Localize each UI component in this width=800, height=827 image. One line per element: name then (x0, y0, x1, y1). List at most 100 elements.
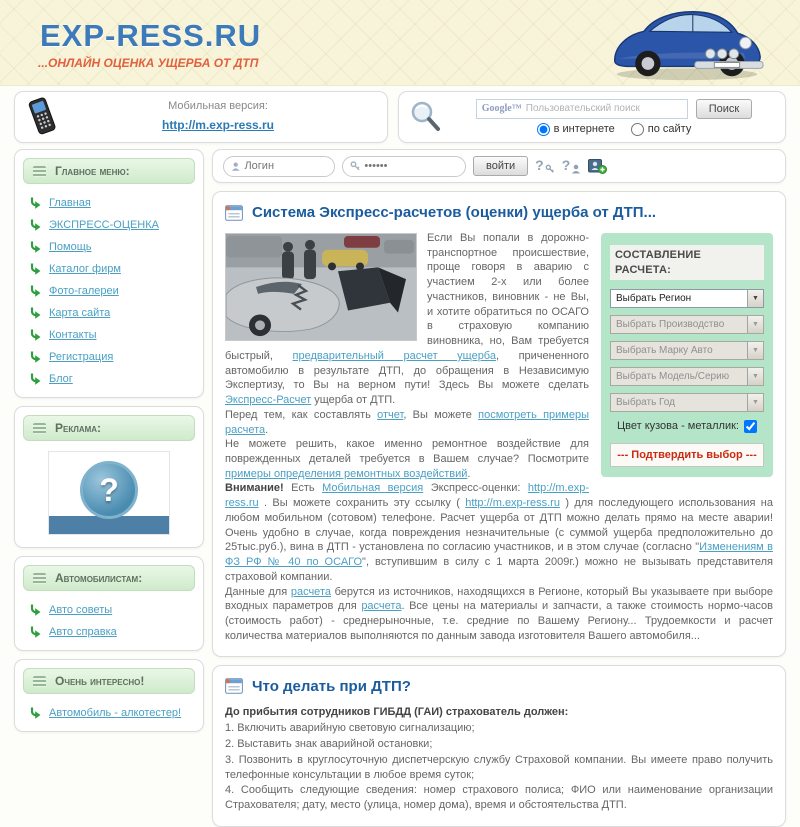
sidebar-menu-item[interactable]: Помощь (29, 240, 195, 253)
green-arrow-icon (29, 196, 41, 209)
ads-header: Реклама: (23, 415, 195, 441)
mobile-version-label: Мобильная версия: (168, 100, 268, 112)
sidebar-link[interactable]: Авто справка (49, 626, 117, 638)
chevron-down-icon: ▼ (747, 368, 763, 386)
crash-photo (225, 233, 417, 341)
sidebar-menu-item[interactable]: Контакты (29, 328, 195, 341)
article-title-row: Что делать при ДТП? (225, 678, 773, 695)
inline-link[interactable]: http://m.exp-ress.ru (465, 497, 560, 509)
bold-text: Внимание! (225, 482, 284, 495)
person-icon (231, 161, 240, 171)
dtp-step: 4. Сообщить следующие сведения: номер ст… (225, 784, 773, 811)
sidebar-link[interactable]: Карта сайта (49, 307, 110, 319)
sidebar-menu-item[interactable]: Каталог фирм (29, 262, 195, 275)
site-header: EXP-RESS.RU ...ОНЛАЙН ОЦЕНКА УЩЕРБА ОТ Д… (0, 0, 800, 86)
body-text: Данные для (225, 585, 291, 598)
list-icon (33, 422, 46, 434)
site-logo[interactable]: EXP-RESS.RU (40, 18, 261, 54)
select-brand-value: Выбрать Марку Авто (616, 345, 713, 357)
dtp-intro: До прибытия сотрудников ГИБДД (ГАИ) стра… (225, 705, 569, 718)
sidebar-link[interactable]: Контакты (49, 329, 97, 341)
list-icon (33, 165, 46, 177)
dtp-step: 1. Включить аварийную световую сигнализа… (225, 722, 475, 735)
ads-title: Реклама: (55, 421, 102, 435)
forgot-password-icon[interactable]: ? (535, 158, 555, 174)
article-express-calc: Система Экспресс-расчетов (оценки) ущерб… (212, 191, 786, 657)
sidebar-link[interactable]: Фото-галереи (49, 285, 119, 297)
sidebar: Главное меню: Главная ЭКСПРЕСС-ОЦЕНКА По… (14, 149, 204, 732)
sidebar-menu-item[interactable]: Фото-галереи (29, 284, 195, 297)
register-icon[interactable] (588, 158, 608, 174)
radio-site[interactable]: по сайту (630, 122, 691, 136)
green-arrow-icon (29, 603, 41, 616)
main-menu-list: Главная ЭКСПРЕСС-ОЦЕНКА Помощь Каталог ф… (29, 196, 195, 385)
login-button[interactable]: войти (473, 156, 529, 176)
inline-link[interactable]: Экспресс-Расчет (225, 394, 311, 406)
sidebar-menu-item[interactable]: Авто справка (29, 625, 195, 638)
sidebar-menu-item[interactable]: Авто советы (29, 603, 195, 616)
sidebar-link[interactable]: Каталог фирм (49, 263, 121, 275)
sidebar-link[interactable]: Автомобиль - алкотестер! (49, 707, 181, 719)
sidebar-menu-item[interactable]: ЭКСПРЕСС-ОЦЕНКА (29, 218, 195, 231)
forgot-login-icon[interactable]: ? (562, 158, 582, 174)
top-row: Мобильная версия: http://m.exp-ress.ru G… (0, 86, 800, 145)
dtp-step: 2. Выставить знак аварийной остановки; (225, 738, 433, 751)
article-title-row: Система Экспресс-расчетов (оценки) ущерб… (225, 204, 773, 221)
article-body: До прибытия сотрудников ГИБДД (ГАИ) стра… (225, 705, 773, 813)
calc-panel-title: СОСТАВЛЕНИЕ РАСЧЕТА: (610, 245, 764, 281)
sidebar-menu-item[interactable]: Автомобиль - алкотестер! (29, 706, 195, 719)
radio-site-input[interactable] (630, 122, 644, 136)
inline-link[interactable]: примеры определения ремонтных воздействи… (225, 468, 467, 480)
car-image (613, 11, 764, 81)
green-arrow-icon (29, 306, 41, 319)
inline-link[interactable]: отчет (377, 409, 403, 421)
sidebar-link[interactable]: Главная (49, 197, 91, 209)
sidebar-menu-item[interactable]: Блог (29, 372, 195, 385)
radio-internet[interactable]: в интернете (536, 122, 615, 136)
green-arrow-icon (29, 350, 41, 363)
article-body: СОСТАВЛЕНИЕ РАСЧЕТА: Выбрать Регион ▼ Вы… (225, 231, 773, 644)
sidebar-menu-item[interactable]: Карта сайта (29, 306, 195, 319)
sidebar-link[interactable]: Блог (49, 373, 73, 385)
mobile-version-link[interactable]: http://m.exp-ress.ru (162, 118, 274, 132)
sidebar-menu-item[interactable]: Главная (29, 196, 195, 209)
metallic-checkbox[interactable] (744, 420, 757, 434)
article-title: Система Экспресс-расчетов (оценки) ущерб… (252, 204, 657, 221)
search-button[interactable]: Поиск (695, 98, 753, 119)
interesting-title: Очень интересно! (55, 674, 145, 688)
green-arrow-icon (29, 328, 41, 341)
inline-link[interactable]: предварительный расчет ущерба (293, 350, 496, 362)
interesting-list: Автомобиль - алкотестер! (29, 706, 195, 719)
radio-internet-input[interactable] (536, 122, 550, 136)
login-input[interactable] (244, 160, 327, 172)
document-icon (225, 204, 243, 221)
inline-link[interactable]: расчета (361, 600, 401, 612)
select-region-value: Выбрать Регион (616, 293, 692, 305)
metallic-row: Цвет кузова - металлик: (610, 419, 764, 434)
select-year: Выбрать Год ▼ (610, 393, 764, 413)
motorists-title: Автомобилистам: (55, 571, 143, 585)
search-input[interactable]: Google™ Пользовательский поиск (475, 98, 688, 119)
select-model-value: Выбрать Модель/Серию (616, 371, 730, 383)
ad-banner[interactable]: ? (48, 451, 170, 535)
sidebar-link[interactable]: Регистрация (49, 351, 113, 363)
sidebar-link[interactable]: ЭКСПРЕСС-ОЦЕНКА (49, 219, 159, 231)
confirm-button[interactable]: --- Подтвердить выбор --- (610, 443, 764, 468)
chevron-down-icon: ▼ (747, 290, 763, 308)
page: { "colors": { "logo_blue": "#3d7ab9", "t… (0, 0, 800, 827)
inline-link[interactable]: Мобильная версия (322, 482, 423, 494)
dtp-steps-list: 1. Включить аварийную световую сигнализа… (225, 721, 773, 812)
inline-link[interactable]: расчета (291, 586, 331, 598)
body-text: , Вы можете (403, 408, 479, 421)
sidebar-menu-item[interactable]: Регистрация (29, 350, 195, 363)
password-input[interactable] (364, 160, 458, 172)
sidebar-link[interactable]: Авто советы (49, 604, 112, 616)
article-title: Что делать при ДТП? (252, 677, 411, 695)
help-glyph: ? (561, 157, 571, 173)
mobile-version-text: Мобильная версия: http://m.exp-ress.ru (59, 100, 377, 134)
radio-internet-label: в интернете (553, 123, 615, 135)
search-controls: Google™ Пользовательский поиск Поиск в и… (453, 98, 775, 136)
select-region[interactable]: Выбрать Регион ▼ (610, 289, 764, 309)
sidebar-link[interactable]: Помощь (49, 241, 92, 253)
chevron-down-icon: ▼ (747, 316, 763, 334)
